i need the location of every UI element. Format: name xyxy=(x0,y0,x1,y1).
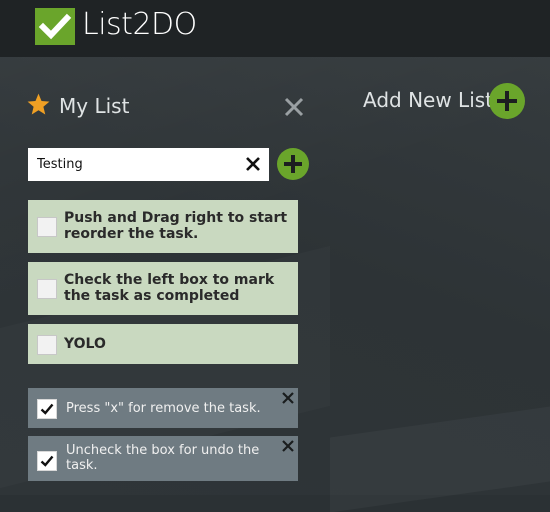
task-checkbox-checked[interactable] xyxy=(37,451,57,471)
task-text: Check the left box to mark the task as c… xyxy=(64,272,275,304)
plus-icon xyxy=(284,155,302,173)
task-text: YOLO xyxy=(64,336,106,352)
completed-task-item[interactable]: Press "x" for remove the task. xyxy=(28,388,298,428)
task-checkbox[interactable] xyxy=(37,335,57,355)
add-new-list-label[interactable]: Add New List xyxy=(363,88,493,112)
star-icon xyxy=(27,93,50,115)
checkmark-icon xyxy=(40,403,54,415)
app-header: List2DO xyxy=(0,0,550,57)
close-list-icon[interactable] xyxy=(282,95,306,119)
app-title: List2DO xyxy=(82,7,197,42)
task-text: Press "x" for remove the task. xyxy=(66,401,261,416)
task-checkbox[interactable] xyxy=(37,279,57,299)
task-item[interactable]: Push and Drag right to start reorder the… xyxy=(28,200,298,253)
task-item[interactable]: Check the left box to mark the task as c… xyxy=(28,262,298,315)
add-new-list-button[interactable] xyxy=(489,83,525,119)
delete-task-icon[interactable] xyxy=(281,439,295,453)
task-checkbox-checked[interactable] xyxy=(37,399,57,419)
task-checkbox[interactable] xyxy=(37,217,57,237)
task-input[interactable] xyxy=(28,148,247,181)
task-text: Uncheck the box for undo the task. xyxy=(66,443,260,473)
checkmark-icon xyxy=(40,455,54,467)
task-input-field[interactable] xyxy=(28,148,269,181)
clear-input-icon[interactable] xyxy=(244,155,262,173)
logo-check-icon xyxy=(35,8,75,45)
delete-task-icon[interactable] xyxy=(281,391,295,405)
completed-task-item[interactable]: Uncheck the box for undo the task. xyxy=(28,436,298,481)
plus-icon xyxy=(497,91,517,111)
task-text: Push and Drag right to start reorder the… xyxy=(64,210,288,242)
task-item[interactable]: YOLO xyxy=(28,324,298,364)
add-task-button[interactable] xyxy=(277,148,309,180)
background-shape xyxy=(330,407,550,512)
list-title: My List xyxy=(59,94,130,118)
